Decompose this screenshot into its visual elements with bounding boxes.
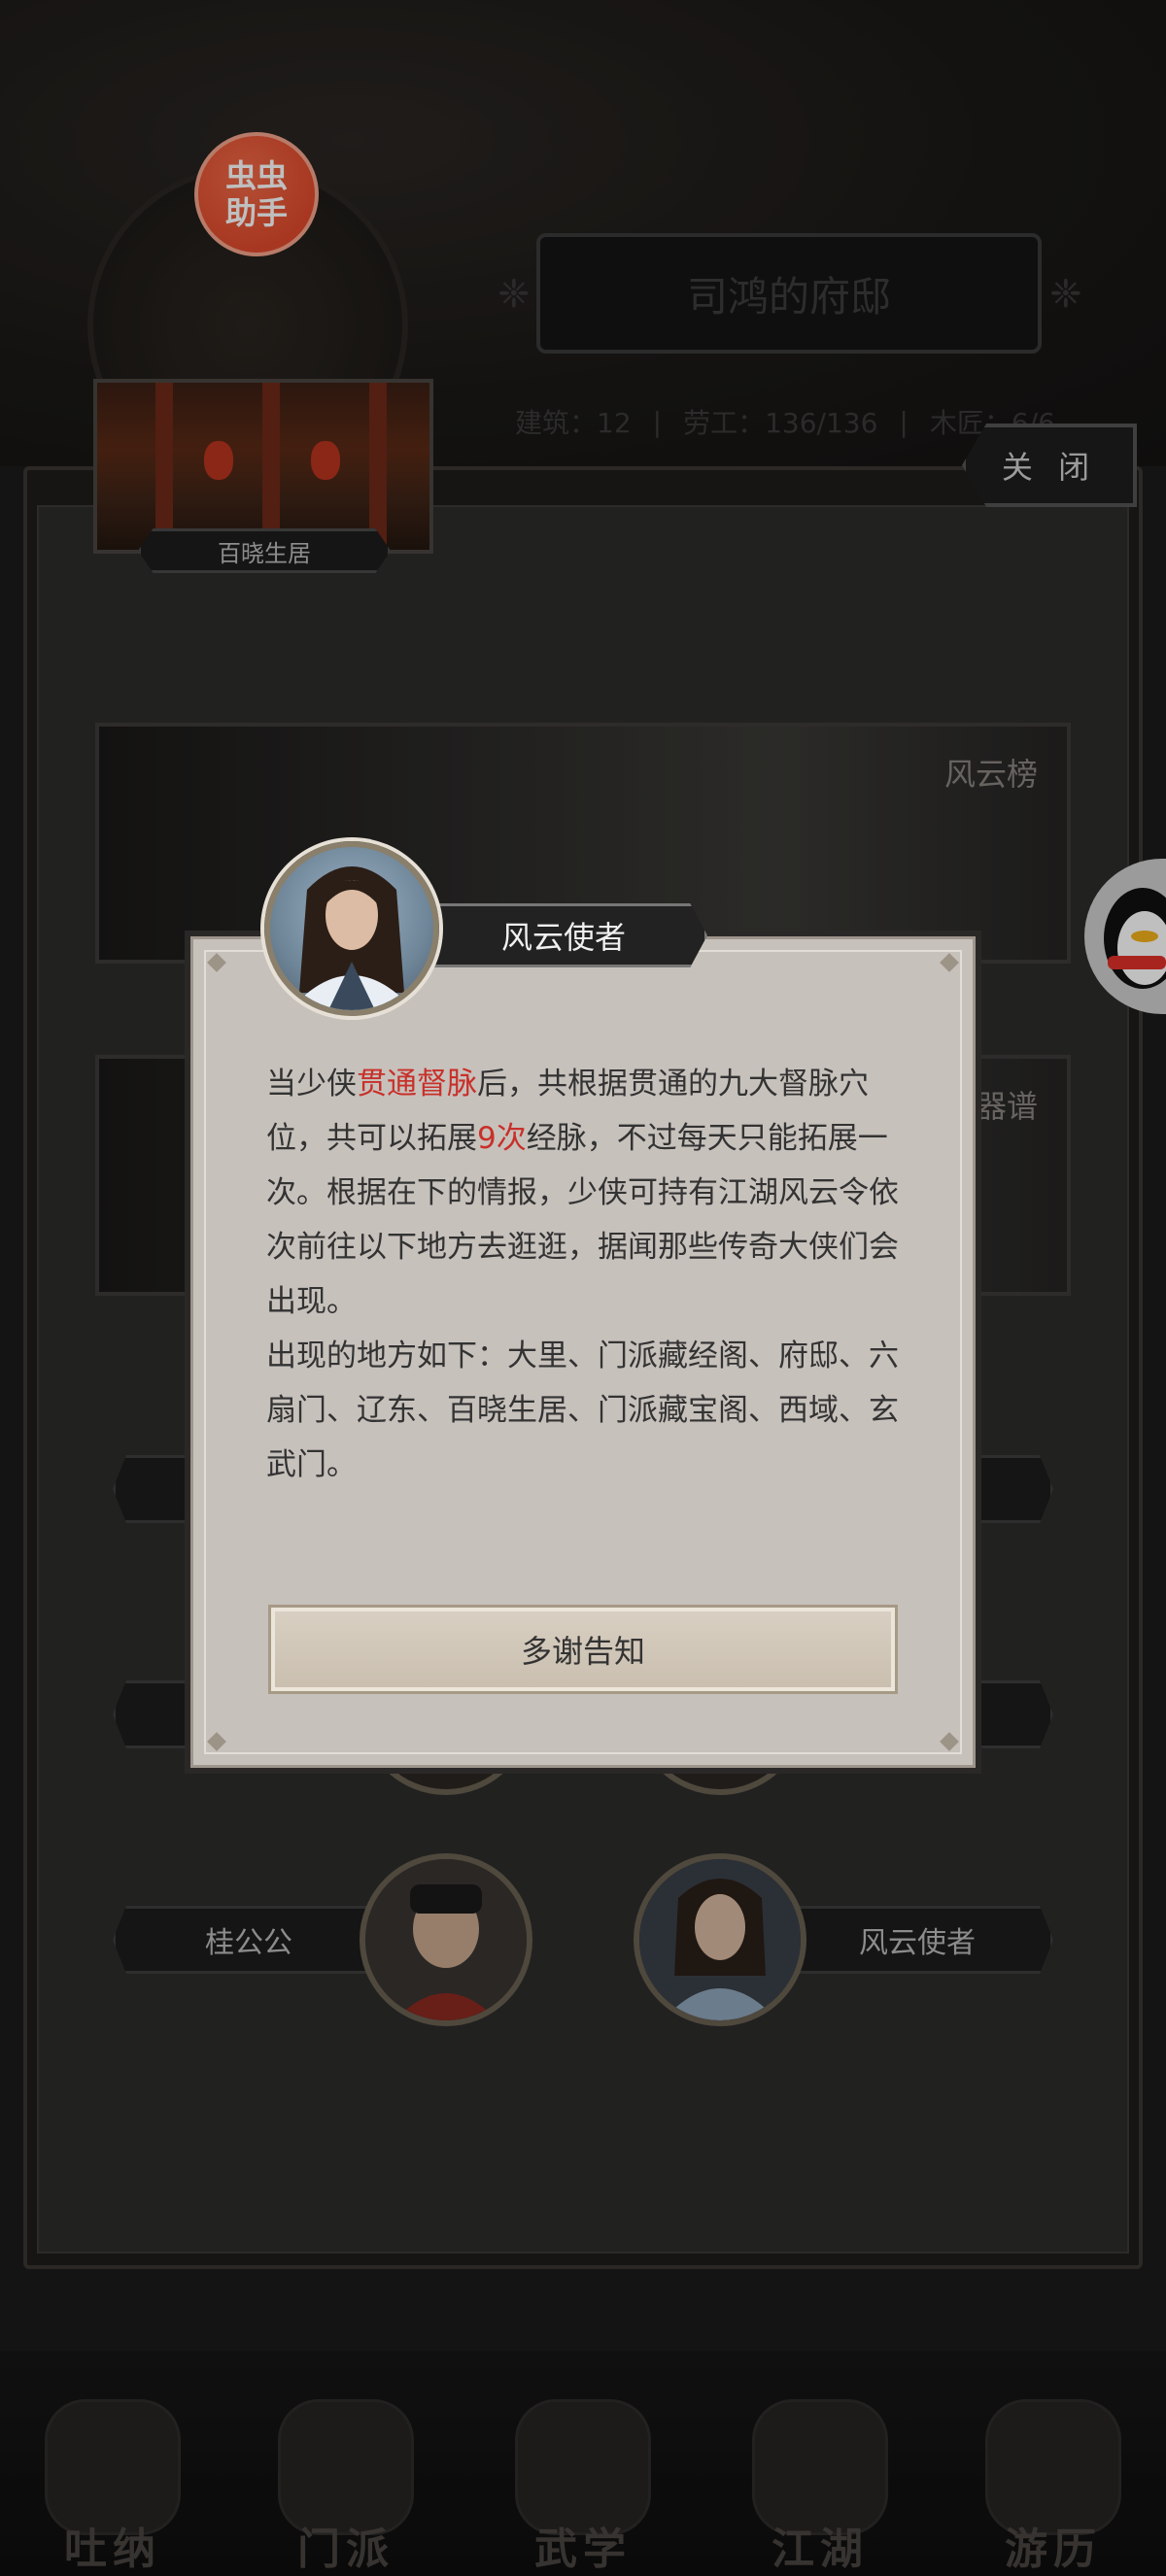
corner-ornament-icon: [204, 1715, 243, 1754]
dialog-paragraph-1: 当少侠贯通督脉后，共根据贯通的九大督脉穴位，共可以拓展9次经脉，不过每天只能拓展…: [266, 1057, 908, 1329]
speaker-portrait: [264, 841, 439, 1016]
highlight-count: 9次: [477, 1121, 527, 1156]
highlight-term: 贯通督脉: [357, 1067, 477, 1102]
dialog-speaker-name: 风云使者: [420, 903, 707, 967]
corner-ornament-icon: [923, 1715, 962, 1754]
dialog-message: 当少侠贯通督脉后，共根据贯通的九大督脉穴位，共可以拓展9次经脉，不过每天只能拓展…: [266, 1057, 908, 1492]
message-text: 当少侠: [266, 1067, 357, 1102]
corner-ornament-icon: [923, 950, 962, 989]
corner-ornament-icon: [204, 950, 243, 989]
confirm-button[interactable]: 多谢告知: [268, 1605, 898, 1694]
dialog-paragraph-2: 出现的地方如下：大里、门派藏经阁、府邸、六扇门、辽东、百晓生居、门派藏宝阁、西域…: [266, 1339, 899, 1482]
swordsman-avatar-icon: [290, 866, 414, 1010]
